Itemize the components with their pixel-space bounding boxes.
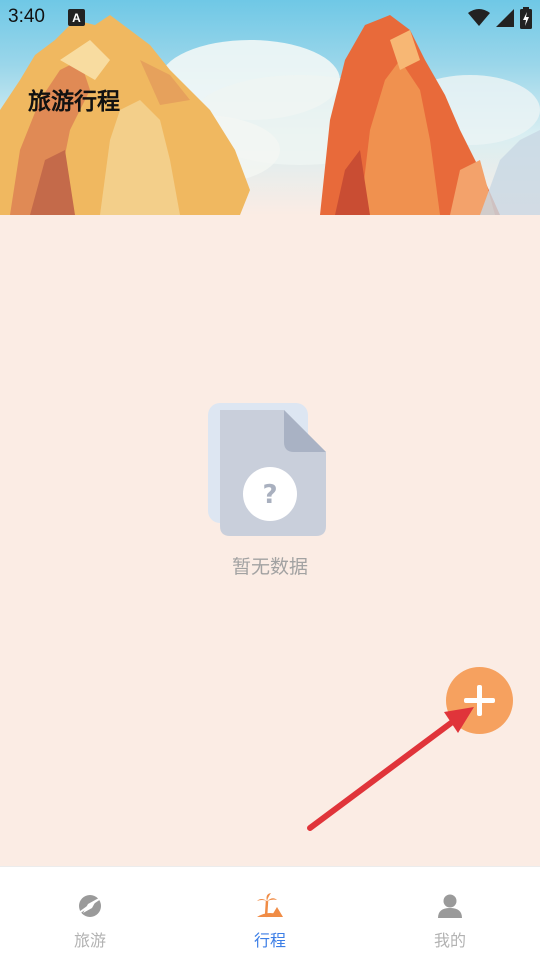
notification-a-icon: A [68, 9, 85, 26]
nav-item-travel[interactable]: 旅游 [0, 867, 180, 961]
battery-charging-icon [520, 7, 532, 29]
nav-item-mine[interactable]: 我的 [360, 867, 540, 961]
nav-label-travel: 旅游 [73, 931, 106, 950]
wifi-icon [468, 9, 490, 26]
add-itinerary-button[interactable] [446, 667, 513, 734]
nav-label-itinerary: 行程 [253, 931, 286, 950]
header-banner: 3:40 A 旅游行程 [0, 0, 540, 215]
bottom-nav: 旅游 行程 我的 [0, 866, 540, 961]
nav-label-mine: 我的 [433, 931, 466, 950]
status-bar: 3:40 A [0, 0, 540, 36]
plus-icon [464, 685, 495, 716]
signal-icon [496, 9, 514, 27]
page-title: 旅游行程 [28, 89, 120, 115]
palm-beach-icon [257, 893, 283, 918]
svg-text:?: ? [262, 480, 277, 510]
person-icon [438, 894, 462, 918]
nav-item-itinerary[interactable]: 行程 [180, 867, 360, 961]
travel-compass-icon [78, 895, 103, 917]
empty-document-question-icon: ? [208, 403, 326, 536]
svg-text:A: A [72, 11, 81, 25]
empty-state: ? 暂无数据 [0, 400, 540, 579]
empty-state-text: 暂无数据 [231, 556, 308, 578]
status-time: 3:40 [8, 6, 45, 27]
